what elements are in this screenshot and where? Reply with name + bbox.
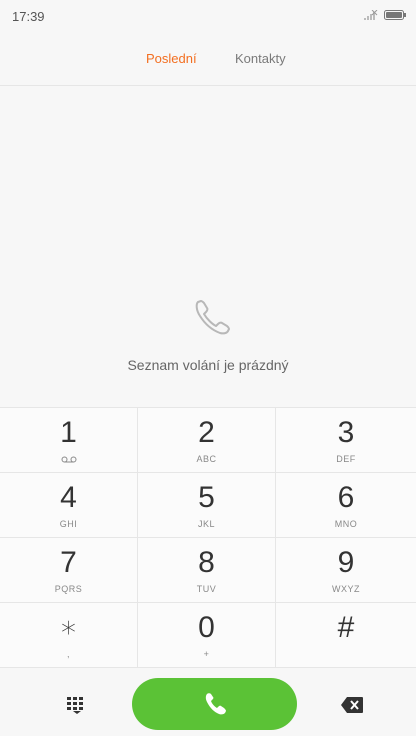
status-time: 17:39 xyxy=(12,9,45,24)
bottom-bar xyxy=(0,668,416,736)
key-digit: 6 xyxy=(337,481,355,514)
key-letters: PQRS xyxy=(54,584,83,594)
key-3[interactable]: 3 DEF xyxy=(276,408,416,473)
key-star[interactable]: ∗ , xyxy=(0,603,138,668)
key-0[interactable]: 0 + xyxy=(138,603,276,668)
key-letters: MNO xyxy=(334,519,358,529)
key-letters: ABC xyxy=(196,454,217,464)
phone-icon xyxy=(205,693,226,715)
key-digit: # xyxy=(337,611,355,644)
key-letters: DEF xyxy=(336,454,356,464)
tab-recent[interactable]: Poslední xyxy=(146,51,197,66)
key-9[interactable]: 9 WXYZ xyxy=(276,538,416,603)
key-letters: , xyxy=(66,649,70,659)
key-5[interactable]: 5 JKL xyxy=(138,473,276,538)
key-digit: 0 xyxy=(198,611,215,644)
key-8[interactable]: 8 TUV xyxy=(138,538,276,603)
dialpad-icon[interactable] xyxy=(66,696,88,714)
key-digit: 5 xyxy=(198,481,215,514)
key-digit: 7 xyxy=(60,546,77,579)
key-hash[interactable]: # xyxy=(276,603,416,668)
phone-outline-icon xyxy=(195,300,230,335)
key-7[interactable]: 7 PQRS xyxy=(0,538,138,603)
call-button[interactable] xyxy=(132,678,297,730)
key-letters: + xyxy=(203,649,210,659)
call-log-empty-state: Seznam volání je prázdný xyxy=(0,86,416,406)
key-4[interactable]: 4 GHI xyxy=(0,473,138,538)
key-digit: 8 xyxy=(198,546,215,579)
key-letters: JKL xyxy=(197,519,215,529)
dialpad: 1 2 ABC 3 DEF 4 GHI 5 JKL 6 MNO 7 PQRS 8… xyxy=(0,407,416,668)
key-digit: 1 xyxy=(60,416,77,449)
key-digit: 2 xyxy=(198,416,215,449)
key-letters: WXYZ xyxy=(332,584,360,594)
key-digit: 9 xyxy=(337,546,355,579)
battery-icon xyxy=(384,10,406,20)
empty-call-log-message: Seznam volání je prázdný xyxy=(127,357,289,373)
key-6[interactable]: 6 MNO xyxy=(276,473,416,538)
key-digit: 4 xyxy=(60,481,77,514)
tab-bar: Poslední Kontakty xyxy=(0,30,416,86)
key-letters: GHI xyxy=(59,519,78,529)
key-2[interactable]: 2 ABC xyxy=(138,408,276,473)
key-digit: ∗ xyxy=(59,611,78,644)
tab-contacts[interactable]: Kontakty xyxy=(235,51,286,66)
backspace-icon[interactable] xyxy=(340,696,364,714)
key-digit: 3 xyxy=(337,416,355,449)
status-bar: 17:39 xyxy=(0,0,416,30)
key-1[interactable]: 1 xyxy=(0,408,138,473)
key-letters: TUV xyxy=(196,584,217,594)
voicemail-icon xyxy=(61,456,77,463)
status-icons xyxy=(364,10,406,20)
signal-icon xyxy=(364,10,378,20)
